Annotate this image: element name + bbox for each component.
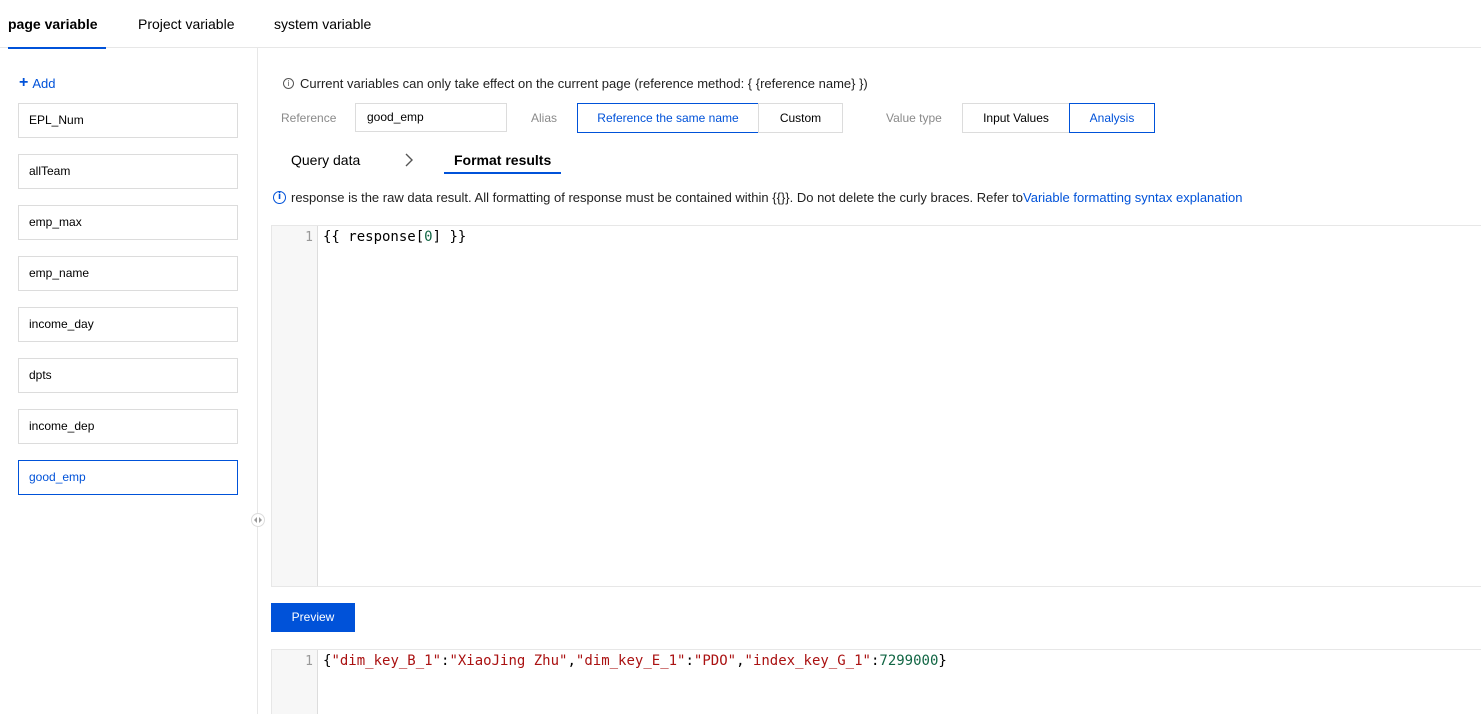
code-string: "PDO" [693,653,737,669]
variable-item-dpts[interactable]: dpts [18,358,238,393]
code-text: {{ response[ [323,229,425,245]
variable-item-allteam[interactable]: allTeam [18,154,238,189]
code-number: 0 [424,229,433,245]
info-icon: i [283,77,294,89]
plus-icon: + [19,74,29,91]
variable-item-emp-max[interactable]: emp_max [18,205,238,240]
info-icon: i [273,190,286,204]
chevron-right-icon [405,153,413,167]
add-variable-label: Add [32,75,56,91]
page-scope-info: i Current variables can only take effect… [283,75,868,91]
code-colon: : [685,653,694,669]
line-number: 1 [305,654,313,669]
page-scope-info-text: Current variables can only take effect o… [300,75,868,91]
panel-resize-handle[interactable] [251,513,265,527]
code-key: "dim_key_B_1" [331,653,442,669]
preview-button[interactable]: Preview [271,603,355,632]
active-subtab-indicator [444,172,561,174]
variable-item-income-day[interactable]: income_day [18,307,238,342]
add-variable-button[interactable]: + Add [19,74,55,92]
code-key: "index_key_G_1" [744,653,871,669]
reference-input[interactable]: good_emp [355,103,507,132]
code-string: "XiaoJing Zhu" [449,653,568,669]
code-comma: , [567,653,576,669]
tab-project-variable[interactable]: Project variable [138,0,235,48]
tab-format-results[interactable]: Format results [454,152,551,174]
top-tab-bar: page variable Project variable system va… [0,0,1481,49]
line-number: 1 [305,230,313,245]
value-type-option-input-values[interactable]: Input Values [962,103,1070,133]
variable-item-good-emp[interactable]: good_emp [18,460,238,495]
editor-gutter: 1 [272,226,318,586]
alias-option-same-name[interactable]: Reference the same name [577,103,759,133]
result-code-line: {"dim_key_B_1":"XiaoJing Zhu","dim_key_E… [323,653,947,669]
format-code-editor[interactable]: 1 {{ response[0] }} [271,225,1481,587]
editor-gutter: 1 [272,650,318,714]
formatting-note: i response is the raw data result. All f… [273,189,1242,205]
tab-query-data[interactable]: Query data [291,152,360,174]
variable-item-emp-name[interactable]: emp_name [18,256,238,291]
code-text: ] }} [432,229,467,245]
tab-page-variable[interactable]: page variable [8,0,106,49]
app-root: page variable Project variable system va… [0,0,1481,714]
alias-label: Alias [531,111,558,125]
code-key: "dim_key_E_1" [575,653,686,669]
variable-item-income-dep[interactable]: income_dep [18,409,238,444]
variable-item-epl-num[interactable]: EPL_Num [18,103,238,138]
variable-sidebar: + Add EPL_Num allTeam emp_max emp_name i… [0,48,258,714]
preview-result-editor: 1 {"dim_key_B_1":"XiaoJing Zhu","dim_key… [271,649,1481,714]
tab-system-variable[interactable]: system variable [274,0,371,48]
syntax-explanation-link[interactable]: Variable formatting syntax explanation [1023,190,1242,205]
code-comma: , [736,653,745,669]
reference-label: Reference [281,111,337,125]
value-type-label: Value type [886,111,942,125]
format-code-line[interactable]: {{ response[0] }} [323,229,466,245]
code-brace: } [938,653,947,669]
formatting-note-text: response is the raw data result. All for… [291,189,1024,205]
alias-option-custom[interactable]: Custom [758,103,843,133]
resize-arrows-icon [254,517,262,523]
value-type-option-analysis[interactable]: Analysis [1069,103,1155,133]
code-number: 7299000 [879,653,939,669]
